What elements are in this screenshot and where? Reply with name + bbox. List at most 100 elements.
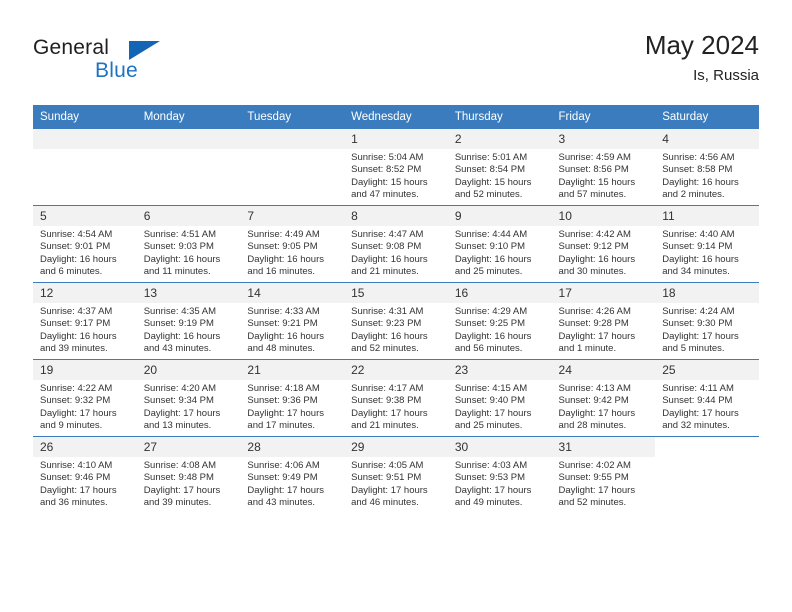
calendar-day-cell[interactable]: 29 Sunrise: 4:05 AM Sunset: 9:51 PM Dayligh… <box>344 436 448 513</box>
sunset-text: Sunset: 9:38 PM <box>351 395 422 407</box>
day-number: 3 <box>551 129 656 149</box>
calendar-day-cell[interactable]: 30 Sunrise: 4:03 AM Sunset: 9:53 PM Dayligh… <box>447 436 552 513</box>
sunset-text: Sunset: 9:53 PM <box>454 472 526 484</box>
calendar-day-cell[interactable]: 15 Sunrise: 4:31 AM Sunset: 9:23 PM Dayligh… <box>344 282 448 360</box>
sunrise-text: Sunrise: 4:11 AM <box>662 383 734 394</box>
daylight-text-line1: Daylight: 17 hours <box>454 407 532 419</box>
day-details: Sunrise: 5:04 AM Sunset: 8:52 PM Daylight:… <box>344 149 448 202</box>
day-details: Sunrise: 4:54 AM Sunset: 9:01 PM Daylight:… <box>33 226 137 279</box>
daylight-text-line1: Daylight: 16 hours <box>143 330 221 342</box>
calendar-day-cell[interactable]: 22 Sunrise: 4:17 AM Sunset: 9:38 PM Dayligh… <box>344 359 448 437</box>
calendar-day-cell[interactable]: 28 Sunrise: 4:06 AM Sunset: 9:49 PM Dayligh… <box>240 436 345 513</box>
sunset-text: Sunset: 9:48 PM <box>143 472 214 484</box>
sunset-text: Sunset: 9:19 PM <box>143 318 214 330</box>
calendar-day-cell[interactable]: 13 Sunrise: 4:35 AM Sunset: 9:19 PM Dayligh… <box>136 282 241 360</box>
calendar-day-cell[interactable]: 31 Sunrise: 4:02 AM Sunset: 9:55 PM Dayligh… <box>551 436 656 513</box>
sunrise-text: Sunrise: 4:44 AM <box>454 229 528 240</box>
day-number: 9 <box>447 206 552 226</box>
calendar-day-cell[interactable]: 11 Sunrise: 4:40 AM Sunset: 9:14 PM Dayligh… <box>655 205 759 283</box>
calendar-page: General Blue May 2024 Is, Russia Sunday M… <box>0 0 792 612</box>
daylight-text-line2: and 13 minutes. <box>143 420 212 432</box>
daylight-text-line1: Daylight: 17 hours <box>662 330 739 342</box>
calendar-day-cell[interactable]: 5 Sunrise: 4:54 AM Sunset: 9:01 PM Daylight… <box>33 205 137 283</box>
daylight-text-line2: and 46 minutes. <box>351 497 419 509</box>
day-number: 14 <box>240 283 345 303</box>
sunset-text: Sunset: 8:58 PM <box>662 164 733 176</box>
sunset-text: Sunset: 9:21 PM <box>247 318 318 330</box>
sunset-text: Sunset: 9:36 PM <box>247 395 318 407</box>
day-number: 17 <box>551 283 656 303</box>
daylight-text-line2: and 36 minutes. <box>40 497 108 509</box>
day-number: 7 <box>240 206 345 226</box>
weekday-header-thursday: Thursday <box>447 105 552 129</box>
sunrise-text: Sunrise: 4:20 AM <box>143 383 217 394</box>
calendar-day-cell[interactable]: 20 Sunrise: 4:20 AM Sunset: 9:34 PM Dayligh… <box>136 359 241 437</box>
weekday-header-sunday: Sunday <box>33 105 137 129</box>
generalblue-logo[interactable]: General Blue <box>33 36 253 92</box>
daylight-text-line2: and 25 minutes. <box>454 420 523 432</box>
sunset-text: Sunset: 9:32 PM <box>40 395 111 407</box>
sunrise-text: Sunrise: 4:02 AM <box>558 460 631 471</box>
weekday-header-friday: Friday <box>551 105 656 129</box>
sunrise-text: Sunrise: 4:26 AM <box>558 306 631 317</box>
sunset-text: Sunset: 9:49 PM <box>247 472 318 484</box>
daylight-text-line1: Daylight: 16 hours <box>247 253 324 265</box>
day-details: Sunrise: 4:42 AM Sunset: 9:12 PM Daylight:… <box>552 226 656 279</box>
calendar-day-cell[interactable]: 16 Sunrise: 4:29 AM Sunset: 9:25 PM Dayligh… <box>447 282 552 360</box>
daylight-text-line2: and 48 minutes. <box>247 343 316 355</box>
day-details: Sunrise: 4:51 AM Sunset: 9:03 PM Daylight:… <box>137 226 241 279</box>
daylight-text-line2: and 52 minutes. <box>351 343 419 355</box>
calendar-day-cell[interactable]: 6 Sunrise: 4:51 AM Sunset: 9:03 PM Daylight… <box>136 205 241 283</box>
sunset-text: Sunset: 9:30 PM <box>662 318 733 330</box>
calendar-day-cell[interactable]: 3 Sunrise: 4:59 AM Sunset: 8:56 PM Daylight… <box>551 128 656 206</box>
day-number: 15 <box>344 283 448 303</box>
daylight-text-line1: Daylight: 17 hours <box>558 407 636 419</box>
calendar-day-cell[interactable]: 4 Sunrise: 4:56 AM Sunset: 8:58 PM Daylight… <box>655 128 759 206</box>
daylight-text-line2: and 17 minutes. <box>247 420 316 432</box>
calendar-day-cell[interactable]: 17 Sunrise: 4:26 AM Sunset: 9:28 PM Dayligh… <box>551 282 656 360</box>
day-number: 21 <box>240 360 345 380</box>
day-details: Sunrise: 4:08 AM Sunset: 9:48 PM Daylight:… <box>137 457 241 510</box>
daylight-text-line2: and 1 minute. <box>558 343 617 355</box>
calendar-day-cell[interactable]: 21 Sunrise: 4:18 AM Sunset: 9:36 PM Dayligh… <box>240 359 345 437</box>
daylight-text-line1: Daylight: 17 hours <box>662 407 739 419</box>
logo-text-blue: Blue <box>95 59 138 82</box>
day-details: Sunrise: 4:05 AM Sunset: 9:51 PM Daylight:… <box>344 457 448 510</box>
calendar-day-cell[interactable]: 7 Sunrise: 4:49 AM Sunset: 9:05 PM Daylight… <box>240 205 345 283</box>
daylight-text-line1: Daylight: 15 hours <box>454 176 532 188</box>
calendar-day-cell[interactable]: 12 Sunrise: 4:37 AM Sunset: 9:17 PM Dayligh… <box>33 282 137 360</box>
calendar-day-cell[interactable]: 24 Sunrise: 4:13 AM Sunset: 9:42 PM Dayligh… <box>551 359 656 437</box>
day-number: 28 <box>240 437 345 457</box>
sunrise-text: Sunrise: 4:59 AM <box>558 152 631 163</box>
calendar-day-cell[interactable]: 19 Sunrise: 4:22 AM Sunset: 9:32 PM Dayligh… <box>33 359 137 437</box>
calendar-day-cell[interactable]: 25 Sunrise: 4:11 AM Sunset: 9:44 PM Dayligh… <box>655 359 759 437</box>
calendar-day-cell[interactable]: 10 Sunrise: 4:42 AM Sunset: 9:12 PM Dayligh… <box>551 205 656 283</box>
calendar-day-cell[interactable]: 1 Sunrise: 5:04 AM Sunset: 8:52 PM Daylight… <box>344 128 448 206</box>
sunrise-text: Sunrise: 4:08 AM <box>143 460 217 471</box>
calendar-day-cell[interactable]: 8 Sunrise: 4:47 AM Sunset: 9:08 PM Daylight… <box>344 205 448 283</box>
calendar-day-cell[interactable]: 14 Sunrise: 4:33 AM Sunset: 9:21 PM Dayligh… <box>240 282 345 360</box>
daylight-text-line1: Daylight: 17 hours <box>40 407 117 419</box>
sunset-text: Sunset: 9:08 PM <box>351 241 422 253</box>
sunset-text: Sunset: 9:28 PM <box>558 318 629 330</box>
sunrise-text: Sunrise: 4:49 AM <box>247 229 320 240</box>
sunrise-text: Sunrise: 4:37 AM <box>40 306 113 317</box>
calendar-day-cell[interactable]: 9 Sunrise: 4:44 AM Sunset: 9:10 PM Daylight… <box>447 205 552 283</box>
daylight-text-line1: Daylight: 17 hours <box>351 484 428 496</box>
sunrise-text: Sunrise: 4:56 AM <box>662 152 735 163</box>
sunrise-text: Sunrise: 4:40 AM <box>662 229 735 240</box>
calendar-day-cell[interactable]: 26 Sunrise: 4:10 AM Sunset: 9:46 PM Dayligh… <box>33 436 137 513</box>
calendar-day-cell[interactable]: 18 Sunrise: 4:24 AM Sunset: 9:30 PM Dayligh… <box>655 282 759 360</box>
daylight-text-line1: Daylight: 17 hours <box>454 484 532 496</box>
day-details: Sunrise: 4:17 AM Sunset: 9:38 PM Daylight:… <box>344 380 448 433</box>
weekday-header-tuesday: Tuesday <box>240 105 345 129</box>
day-number: 12 <box>33 283 137 303</box>
calendar-day-cell[interactable]: 2 Sunrise: 5:01 AM Sunset: 8:54 PM Daylight… <box>447 128 552 206</box>
calendar-day-cell[interactable]: 27 Sunrise: 4:08 AM Sunset: 9:48 PM Dayligh… <box>136 436 241 513</box>
weekday-header-wednesday: Wednesday <box>344 105 448 129</box>
calendar-cell-blank <box>655 436 759 513</box>
calendar-cell-empty <box>136 128 241 206</box>
daylight-text-line2: and 11 minutes. <box>143 266 211 278</box>
calendar-header-row: Sunday Monday Tuesday Wednesday Thursday Frid… <box>33 105 759 129</box>
calendar-day-cell[interactable]: 23 Sunrise: 4:15 AM Sunset: 9:40 PM Dayligh… <box>447 359 552 437</box>
